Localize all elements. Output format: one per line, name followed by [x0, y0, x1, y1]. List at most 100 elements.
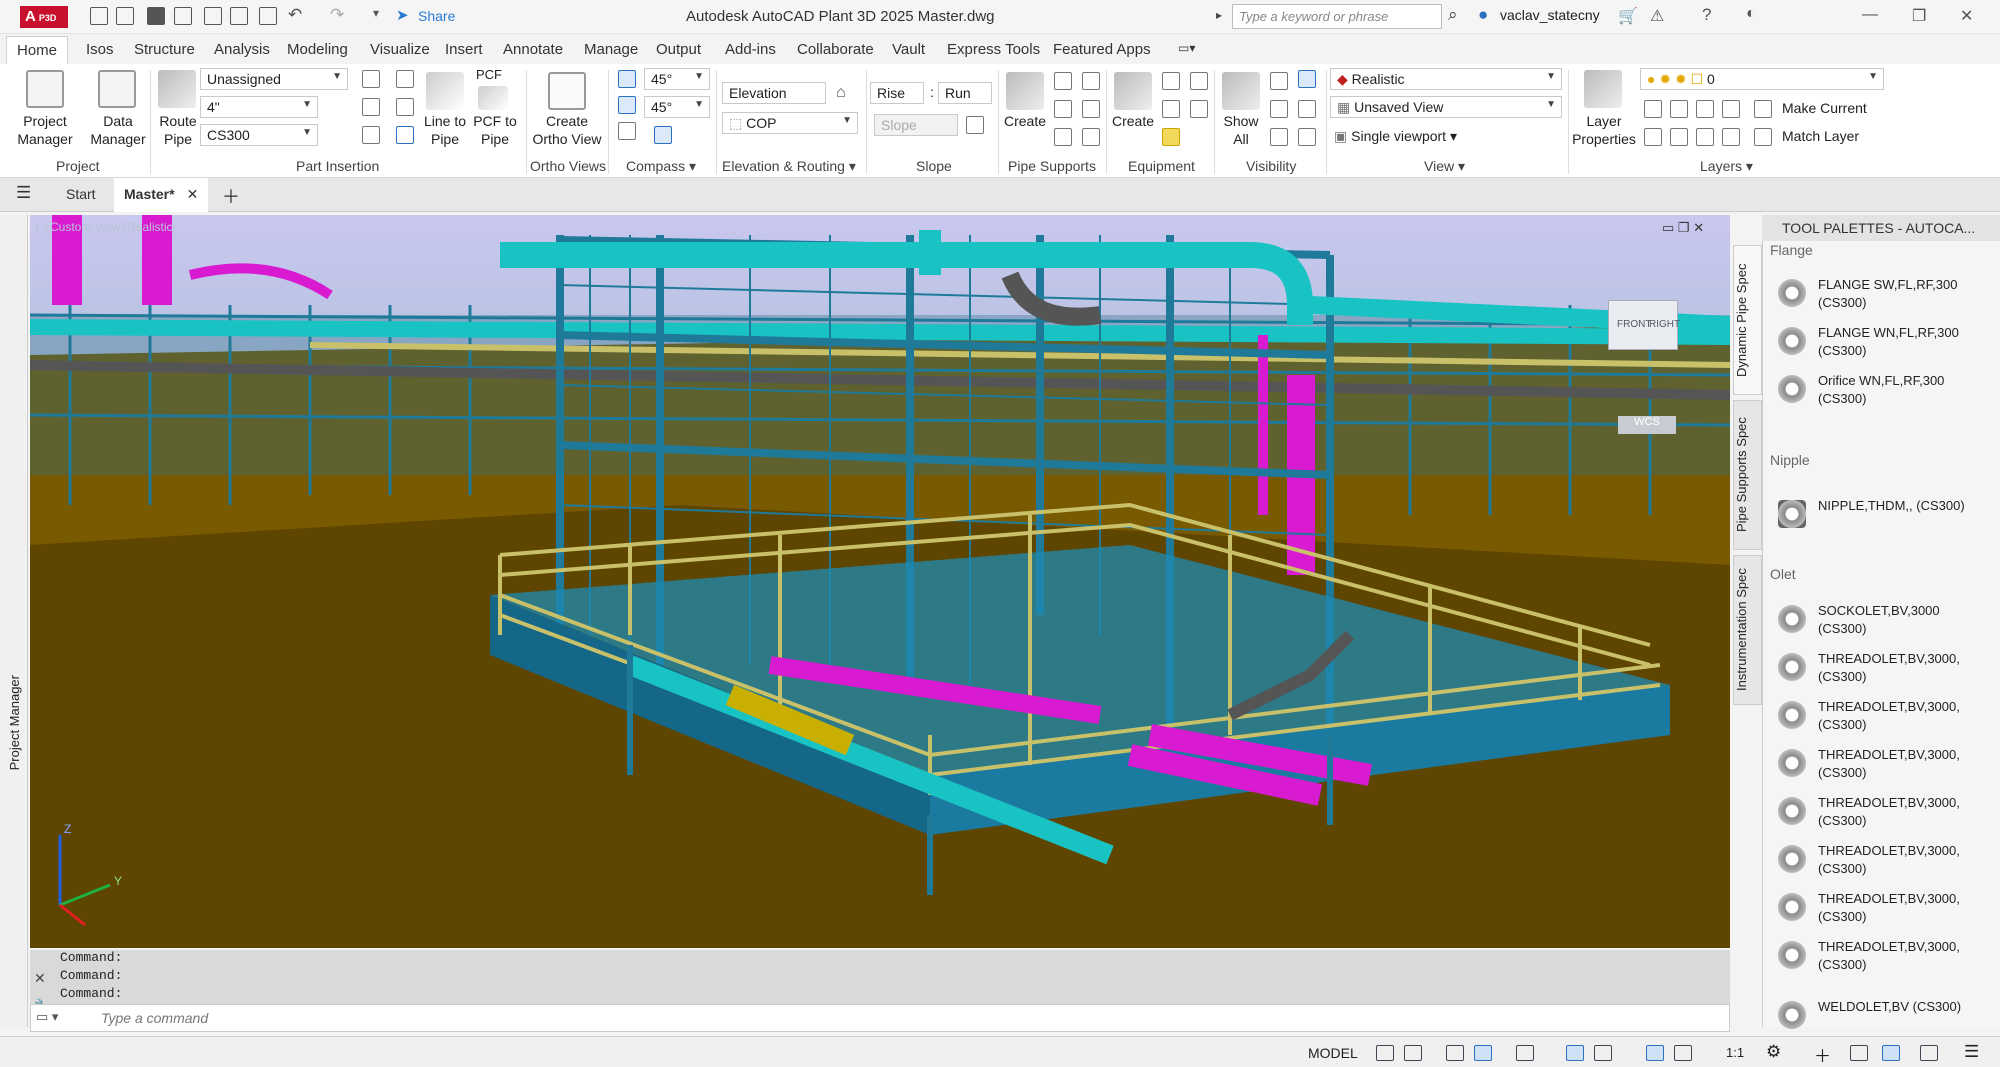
viewport-minimize-icon[interactable]: ▭: [1662, 220, 1674, 235]
equipment-tool-4-icon[interactable]: [1190, 100, 1208, 118]
autoscale-icon[interactable]: [1674, 1045, 1692, 1061]
line-to-pipe-button[interactable]: Line to Pipe: [420, 112, 470, 148]
tab-visualize[interactable]: Visualize: [370, 41, 430, 58]
tab-insert[interactable]: Insert: [445, 41, 483, 58]
isodraft-icon[interactable]: [1516, 1045, 1534, 1061]
route-pipe-button[interactable]: Route Pipe: [154, 112, 202, 148]
search-input[interactable]: Type a keyword or phrase: [1232, 4, 1442, 29]
palette-tab-instrumentation-spec[interactable]: Instrumentation Spec: [1733, 555, 1762, 705]
compass-toggle-icon[interactable]: [618, 70, 636, 88]
visibility-tool-3-icon[interactable]: [1270, 100, 1288, 118]
polar-icon[interactable]: [1474, 1045, 1492, 1061]
help-icon[interactable]: ?: [1702, 5, 1711, 25]
tab-analysis[interactable]: Analysis: [214, 41, 270, 58]
tab-output[interactable]: Output: [656, 41, 701, 58]
tab-modeling[interactable]: Modeling: [287, 41, 348, 58]
palette-item[interactable]: THREADOLET,BV,3000, (CS300): [1778, 698, 1978, 734]
palette-item[interactable]: THREADOLET,BV,3000, (CS300): [1778, 842, 1978, 878]
viewport-restore-icon[interactable]: ❐: [1678, 220, 1690, 235]
compass-tool-icon[interactable]: [618, 122, 636, 140]
ribbon-options-icon[interactable]: ▭▾: [1178, 41, 1195, 55]
run-field[interactable]: Run: [938, 82, 992, 104]
isolate-icon[interactable]: [1270, 72, 1288, 90]
tab-isos[interactable]: Isos: [86, 41, 114, 58]
copy-tool-icon[interactable]: [396, 98, 414, 116]
viewport-config-dropdown[interactable]: ▣ Single viewport ▾: [1334, 128, 1457, 145]
palette-item[interactable]: THREADOLET,BV,3000, (CS300): [1778, 650, 1978, 686]
tab-featured-apps[interactable]: Featured Apps: [1053, 41, 1151, 58]
tool-palette-title[interactable]: TOOL PALETTES - AUTOCA...: [1762, 215, 2000, 241]
close-tab-icon[interactable]: ✕: [187, 186, 199, 202]
slope-toggle-icon[interactable]: [966, 116, 984, 134]
maximize-icon[interactable]: ❐: [1912, 6, 1926, 26]
share-button[interactable]: Share: [418, 8, 455, 24]
elevation-home-icon[interactable]: ⌂: [836, 84, 846, 102]
import-icon[interactable]: [230, 7, 248, 25]
hide-icon[interactable]: [1298, 70, 1316, 88]
equipment-tool-5-icon[interactable]: [1162, 128, 1180, 146]
cop-dropdown[interactable]: ⬚ COP ▼: [722, 112, 858, 134]
layer-tool-6-icon[interactable]: [1696, 128, 1714, 146]
viewcube-right[interactable]: RIGHT: [1649, 319, 1680, 330]
minimize-icon[interactable]: —: [1862, 6, 1878, 24]
object-snap-icon[interactable]: [1594, 1045, 1612, 1061]
print-icon[interactable]: [259, 7, 277, 25]
palette-item[interactable]: SOCKOLET,BV,3000 (CS300): [1778, 602, 1978, 638]
redo-icon[interactable]: ↷: [330, 5, 344, 25]
palette-item[interactable]: NIPPLE,THDM,, (CS300): [1778, 497, 1978, 528]
save-icon[interactable]: [147, 7, 165, 25]
close-icon[interactable]: ✕: [1960, 6, 1973, 26]
model-space-toggle[interactable]: MODEL: [1308, 1045, 1358, 1061]
project-manager-button[interactable]: Project Manager: [14, 112, 76, 148]
layer-tool-7-icon[interactable]: [1722, 128, 1740, 146]
clean-screen-icon[interactable]: [1920, 1045, 1938, 1061]
show-all-button[interactable]: Show All: [1218, 112, 1264, 148]
model-viewport[interactable]: Z Y: [30, 215, 1730, 948]
insert-component-icon[interactable]: [362, 126, 380, 144]
snap-angle-icon[interactable]: [618, 96, 636, 114]
panel-title-elevation-routing[interactable]: Elevation & Routing ▾: [722, 158, 856, 175]
service-dropdown[interactable]: Unassigned ▼: [200, 68, 348, 90]
elevation-field[interactable]: Elevation: [722, 82, 826, 104]
palette-item[interactable]: Orifice WN,FL,RF,300 (CS300): [1778, 372, 1978, 408]
layer-dropdown[interactable]: ● ✹ ✹ ☐ 0 ▼: [1640, 68, 1884, 90]
quick-access-menu-icon[interactable]: ▾: [373, 6, 379, 20]
settings-icon[interactable]: ⚙: [1766, 1042, 1781, 1062]
create-ortho-view-button[interactable]: Create Ortho View: [530, 112, 604, 148]
palette-item[interactable]: THREADOLET,BV,3000, (CS300): [1778, 890, 1978, 926]
tab-annotate[interactable]: Annotate: [503, 41, 563, 58]
tab-vault[interactable]: Vault: [892, 41, 925, 58]
layer-tool-3-icon[interactable]: [1696, 100, 1714, 118]
layer-tool-2-icon[interactable]: [1670, 100, 1688, 118]
match-layer-button[interactable]: Match Layer: [1782, 128, 1859, 144]
viewcube-front[interactable]: FRONT: [1617, 319, 1651, 330]
search-icon[interactable]: ⌕: [1448, 5, 1458, 25]
layer-tool-1-icon[interactable]: [1644, 100, 1662, 118]
support-tool-2-icon[interactable]: [1082, 72, 1100, 90]
close-command-line-icon[interactable]: ✕: [34, 970, 46, 987]
palette-item[interactable]: FLANGE WN,FL,RF,300 (CS300): [1778, 324, 1978, 360]
viewport-close-icon[interactable]: ✕: [1693, 220, 1704, 235]
compass-angle-dropdown[interactable]: 45° ▼: [644, 68, 710, 90]
viewport-controls-label[interactable]: [-][Custom View][Realistic]: [36, 220, 176, 234]
customization-menu-icon[interactable]: ☰: [1964, 1042, 1979, 1062]
size-dropdown[interactable]: 4" ▼: [200, 96, 318, 118]
open-file-icon[interactable]: [116, 7, 134, 25]
spec-dropdown[interactable]: CS300 ▼: [200, 124, 318, 146]
equipment-tool-1-icon[interactable]: [1162, 72, 1180, 90]
visibility-tool-4-icon[interactable]: [1298, 100, 1316, 118]
plus-icon[interactable]: ＋: [1814, 1042, 1831, 1067]
named-view-dropdown[interactable]: ▦ Unsaved View ▼: [1330, 96, 1562, 118]
annotation-visibility-icon[interactable]: [1646, 1045, 1664, 1061]
layer-tool-5-icon[interactable]: [1670, 128, 1688, 146]
hardware-acceleration-icon[interactable]: [1850, 1045, 1868, 1061]
undo-icon[interactable]: ↶: [288, 5, 302, 25]
ortho-icon[interactable]: [1446, 1045, 1464, 1061]
palette-item[interactable]: THREADOLET,BV,3000, (CS300): [1778, 794, 1978, 830]
layer-properties-button[interactable]: Layer Properties: [1572, 112, 1636, 148]
pipe-support-create-button[interactable]: Create: [1000, 112, 1050, 130]
palette-tab-dynamic-pipe-spec[interactable]: Dynamic Pipe Spec: [1733, 245, 1762, 395]
palette-item[interactable]: FLANGE SW,FL,RF,300 (CS300): [1778, 276, 1978, 312]
layer-tool-4-icon[interactable]: [1644, 128, 1662, 146]
user-account[interactable]: vaclav_statecny: [1500, 7, 1600, 23]
